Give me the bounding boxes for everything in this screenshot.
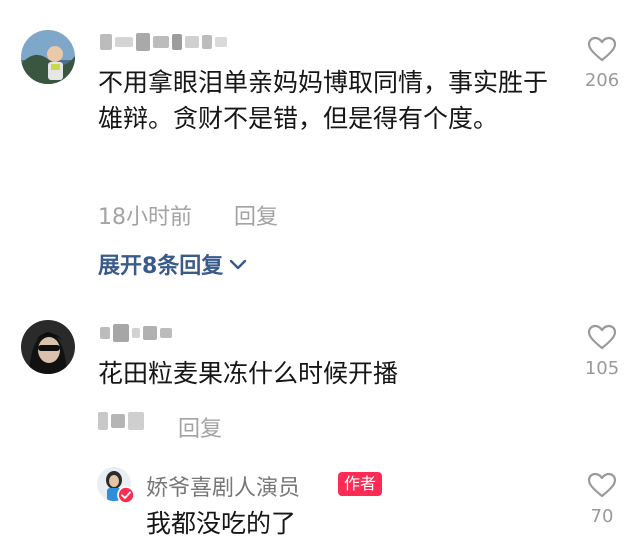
username-redacted[interactable]: [100, 324, 172, 342]
avatar[interactable]: [21, 320, 75, 374]
author-badge: 作者: [338, 472, 383, 496]
like-count: 105: [584, 358, 620, 379]
reply-button[interactable]: 回复: [234, 199, 278, 231]
like-button[interactable]: 70: [572, 472, 632, 527]
comment-text: 不用拿眼泪单亲妈妈博取同情，事实胜于雄辩。贪财不是错，但是得有个度。: [98, 68, 549, 133]
reply-text: 我都没吃的了: [146, 509, 297, 538]
like-button[interactable]: 105: [572, 324, 632, 379]
reply-author-name[interactable]: 娇爷喜剧人演员: [146, 470, 300, 502]
heart-icon: [587, 36, 617, 66]
heart-icon: [587, 324, 617, 354]
like-count: 206: [584, 70, 620, 91]
comment-text: 花田粒麦果冻什么时候开播: [98, 359, 399, 388]
avatar[interactable]: [21, 30, 75, 84]
username-redacted[interactable]: [100, 33, 227, 51]
timestamp-redacted: [98, 412, 144, 430]
heart-icon: [587, 472, 617, 502]
like-button[interactable]: 206: [572, 36, 632, 91]
verified-badge-icon: [117, 486, 135, 504]
like-count: 70: [590, 506, 614, 527]
reply-button[interactable]: 回复: [178, 411, 222, 443]
comment-timestamp: 18小时前: [98, 205, 192, 230]
chevron-down-icon: [229, 252, 247, 277]
expand-replies-button[interactable]: 展开8条回复: [98, 248, 247, 280]
expand-replies-label: 展开8条回复: [98, 254, 224, 279]
